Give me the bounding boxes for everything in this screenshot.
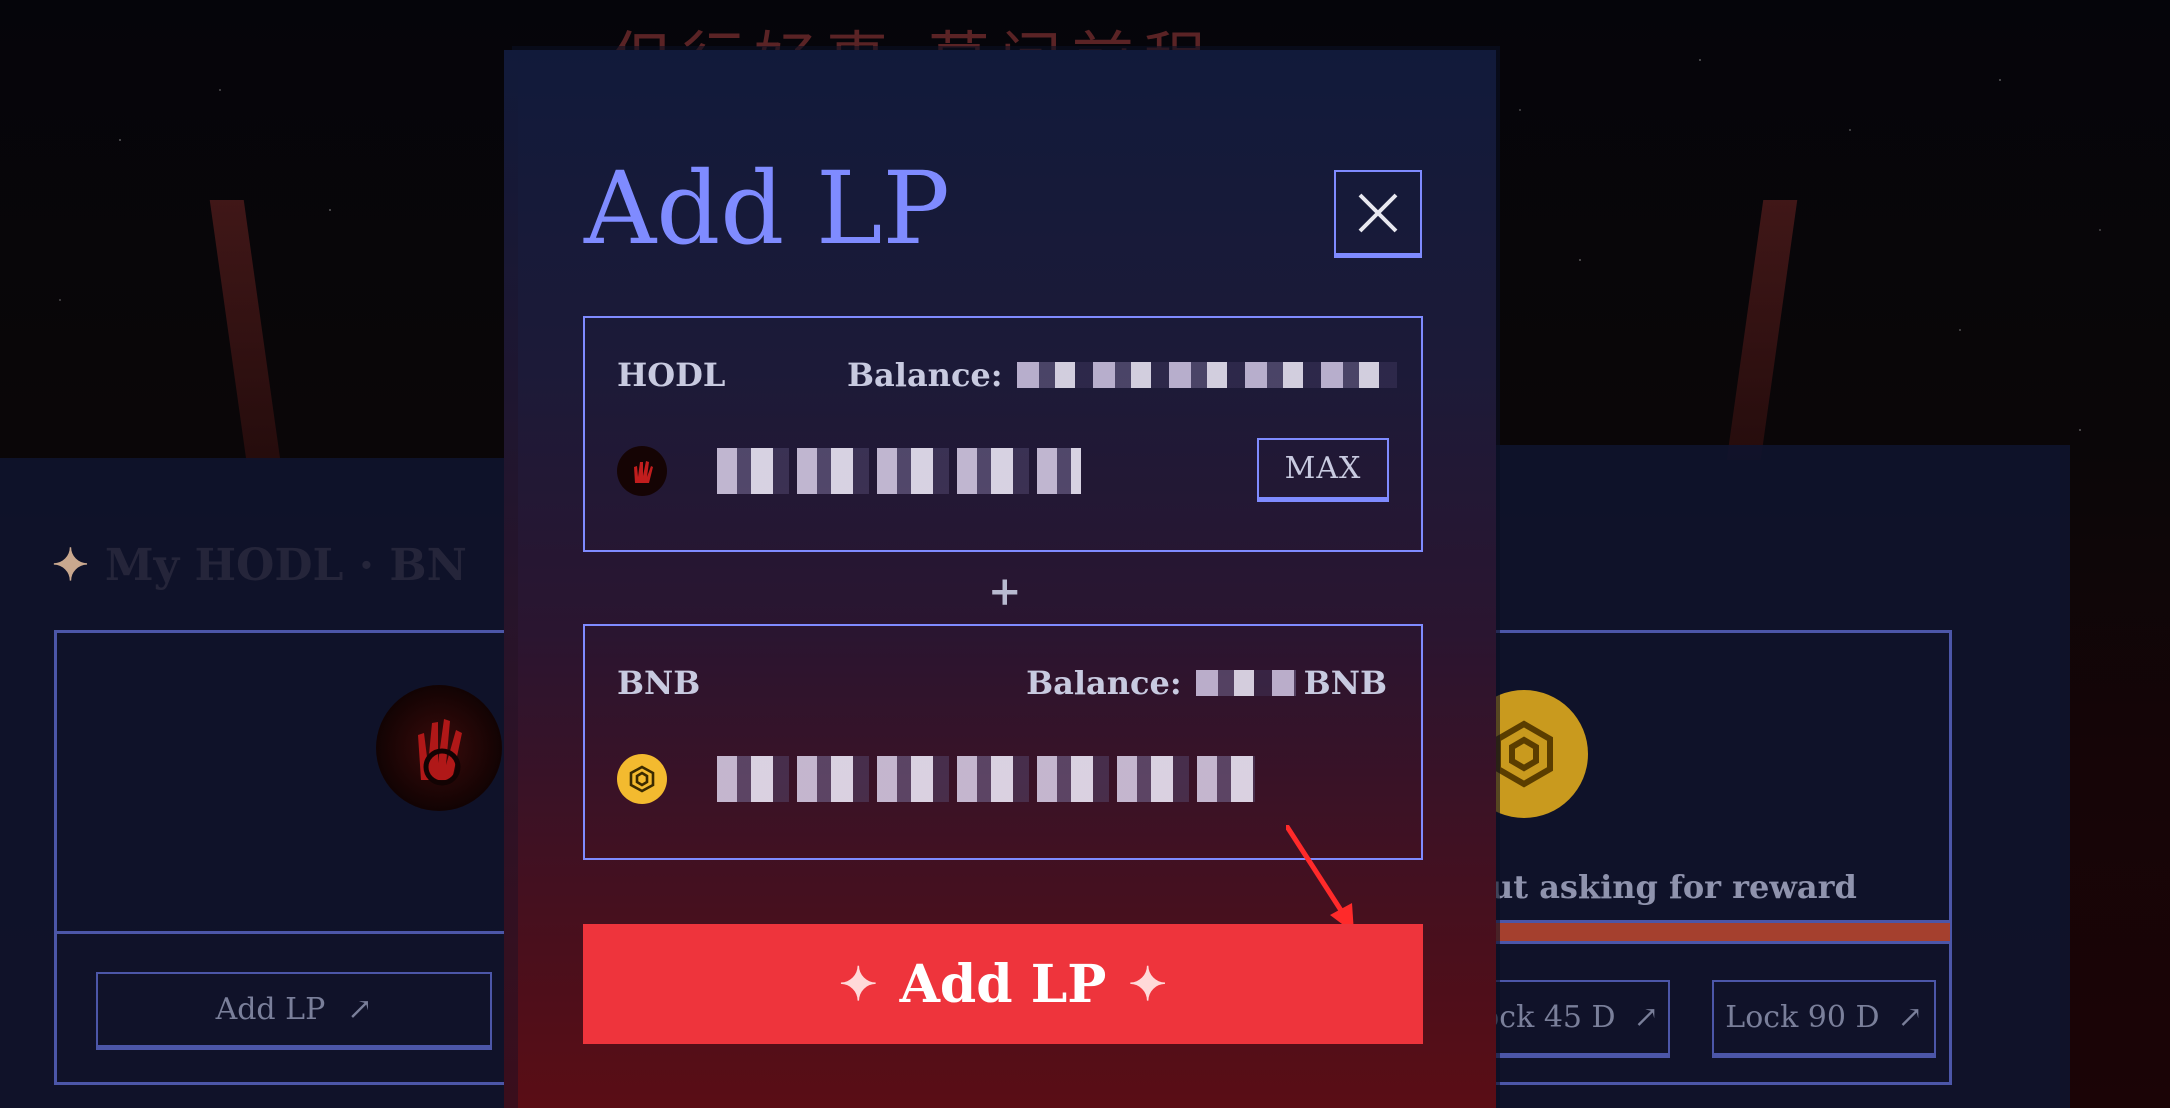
- sparkle-icon: ✦: [52, 540, 89, 591]
- background-add-lp-button[interactable]: Add LP ↗: [96, 972, 492, 1050]
- background-reward-bar: [1490, 920, 1950, 944]
- arrow-up-right-icon: ↗: [1897, 1000, 1923, 1035]
- hodl-token-name: HODL: [617, 356, 726, 394]
- sparkle-icon: ✦: [1128, 957, 1167, 1011]
- bnb-balance-unit: BNB: [1303, 664, 1387, 702]
- lock-45-button[interactable]: ock 45 D ↗: [1470, 980, 1670, 1058]
- bnb-token-icon: [617, 754, 667, 804]
- hodl-balance-value-redacted: [1016, 362, 1397, 388]
- background-reward-text: ut asking for reward: [1490, 868, 1857, 906]
- background-heading: ✦ My HODL · BN: [52, 540, 467, 591]
- hodl-token-icon: [617, 446, 667, 496]
- bnb-balance: Balance: BNB: [1026, 664, 1387, 702]
- background-heading-text: My HODL · BN: [104, 540, 467, 591]
- close-button[interactable]: [1334, 170, 1422, 258]
- hodl-input-box: HODL Balance: MAX: [583, 316, 1423, 552]
- card-divider: [57, 931, 521, 934]
- page: 但行好事 莫问前程 ✦My HODL · BN Add LP ↗ ut aski…: [0, 0, 2170, 1108]
- hodl-logo-icon: [376, 685, 502, 811]
- bnb-amount-input[interactable]: [717, 756, 1255, 802]
- lock-90-button[interactable]: Lock 90 D ↗: [1712, 980, 1936, 1058]
- background-add-lp-label: Add LP: [215, 992, 326, 1027]
- add-lp-submit-button[interactable]: ✦ Add LP ✦: [583, 924, 1423, 1044]
- arrow-up-right-icon: ↗: [1633, 1000, 1659, 1035]
- sparkle-icon: ✦: [839, 957, 878, 1011]
- add-lp-modal: Add LP HODL Balance: MAX + BNB Balance: …: [504, 50, 1496, 1108]
- add-lp-submit-label: Add LP: [899, 953, 1107, 1015]
- close-icon: [1358, 193, 1398, 232]
- max-button[interactable]: MAX: [1257, 438, 1389, 502]
- modal-title: Add LP: [584, 150, 950, 267]
- bnb-token-name: BNB: [617, 664, 701, 702]
- lock-90-label: Lock 90 D: [1725, 1000, 1880, 1035]
- hodl-balance-label: Balance:: [847, 356, 1003, 394]
- lock-45-label: ock 45 D: [1481, 1000, 1616, 1035]
- bnb-balance-label: Balance:: [1026, 664, 1182, 702]
- plus-sign: +: [988, 568, 1022, 615]
- annotation-arrow-icon: [1286, 825, 1354, 933]
- hodl-balance: Balance:: [847, 356, 1397, 394]
- arrow-up-right-icon: ↗: [347, 992, 373, 1027]
- hodl-amount-input[interactable]: [717, 448, 1081, 494]
- bnb-balance-value-redacted: [1195, 670, 1296, 696]
